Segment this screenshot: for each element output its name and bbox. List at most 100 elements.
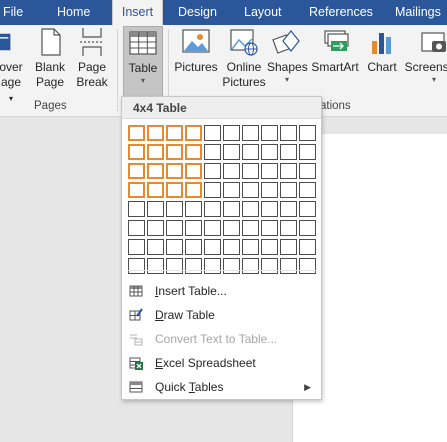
table-grid-cell[interactable]	[128, 239, 145, 255]
insert-table-item[interactable]: Insert Table...	[122, 279, 321, 303]
table-grid-cell-selected[interactable]	[147, 163, 164, 179]
table-grid-cell[interactable]	[299, 125, 316, 141]
table-grid-cell-selected[interactable]	[128, 163, 145, 179]
table-grid-cell[interactable]	[223, 182, 240, 198]
table-grid-cell[interactable]	[223, 125, 240, 141]
table-grid-cell[interactable]	[185, 258, 202, 274]
table-grid-cell[interactable]	[223, 144, 240, 160]
table-grid-cell[interactable]	[242, 258, 259, 274]
table-grid-cell-selected[interactable]	[185, 125, 202, 141]
table-grid-cell[interactable]	[204, 144, 221, 160]
online-pictures-button[interactable]: Online Pictures	[222, 27, 266, 90]
tab-layout[interactable]: Layout	[244, 0, 282, 25]
table-grid-cell[interactable]	[261, 182, 278, 198]
table-grid-cell[interactable]	[242, 163, 259, 179]
table-grid-cell[interactable]	[204, 125, 221, 141]
table-grid-cell[interactable]	[128, 220, 145, 236]
cover-page-button[interactable]: over age ▾	[0, 27, 24, 106]
pictures-button[interactable]: Pictures	[173, 27, 219, 75]
chart-button[interactable]: Chart	[364, 27, 400, 75]
table-grid-cell[interactable]	[261, 144, 278, 160]
table-grid-cell[interactable]	[280, 163, 297, 179]
table-grid-cell[interactable]	[280, 201, 297, 217]
table-grid-cell[interactable]	[185, 239, 202, 255]
quick-tables-item[interactable]: Quick Tables ▶	[122, 375, 321, 399]
table-grid-cell[interactable]	[204, 163, 221, 179]
table-grid-cell[interactable]	[185, 201, 202, 217]
page-break-button[interactable]: Page Break	[74, 27, 110, 90]
table-grid-cell[interactable]	[147, 239, 164, 255]
table-grid-cell-selected[interactable]	[166, 144, 183, 160]
table-grid-cell[interactable]	[185, 220, 202, 236]
table-grid-cell[interactable]	[204, 182, 221, 198]
table-grid-cell[interactable]	[166, 258, 183, 274]
table-grid-cell[interactable]	[261, 125, 278, 141]
table-grid-cell-selected[interactable]	[128, 182, 145, 198]
draw-table-item[interactable]: Draw Table	[122, 303, 321, 327]
table-grid-cell[interactable]	[299, 258, 316, 274]
table-grid-cell[interactable]	[280, 220, 297, 236]
table-grid-cell[interactable]	[204, 201, 221, 217]
table-grid-cell[interactable]	[242, 125, 259, 141]
table-grid-cell-selected[interactable]	[147, 144, 164, 160]
table-grid-cell[interactable]	[299, 144, 316, 160]
table-grid-cell[interactable]	[128, 258, 145, 274]
table-grid-cell-selected[interactable]	[128, 144, 145, 160]
table-grid-cell[interactable]	[242, 201, 259, 217]
table-grid-cell[interactable]	[166, 239, 183, 255]
tab-references[interactable]: References	[309, 0, 373, 25]
screenshot-button[interactable]: Screensh ▾	[404, 27, 447, 84]
table-grid-cell[interactable]	[223, 239, 240, 255]
table-grid-cell[interactable]	[147, 258, 164, 274]
tab-design[interactable]: Design	[178, 0, 217, 25]
table-grid-cell[interactable]	[261, 220, 278, 236]
table-grid-cell[interactable]	[223, 201, 240, 217]
tab-file[interactable]: File	[0, 0, 28, 25]
table-grid-cell[interactable]	[223, 163, 240, 179]
table-grid-cell[interactable]	[242, 144, 259, 160]
table-grid-cell[interactable]	[280, 239, 297, 255]
table-grid-cell-selected[interactable]	[185, 144, 202, 160]
table-grid-cell[interactable]	[280, 125, 297, 141]
table-grid-cell-selected[interactable]	[147, 182, 164, 198]
table-grid-cell-selected[interactable]	[166, 182, 183, 198]
table-grid-cell[interactable]	[261, 201, 278, 217]
table-grid-cell[interactable]	[204, 220, 221, 236]
table-grid-cell-selected[interactable]	[166, 163, 183, 179]
smartart-button[interactable]: SmartArt	[310, 27, 360, 75]
table-grid-cell[interactable]	[280, 144, 297, 160]
table-grid-cell[interactable]	[166, 220, 183, 236]
tab-insert[interactable]: Insert	[112, 0, 163, 25]
table-grid-cell[interactable]	[147, 220, 164, 236]
shapes-button[interactable]: Shapes ▾	[267, 27, 308, 84]
table-grid-cell[interactable]	[261, 258, 278, 274]
table-grid-cell-selected[interactable]	[147, 125, 164, 141]
table-grid-cell-selected[interactable]	[185, 163, 202, 179]
table-grid-cell[interactable]	[204, 258, 221, 274]
tab-mailings[interactable]: Mailings	[395, 0, 441, 25]
table-grid-cell[interactable]	[223, 258, 240, 274]
table-grid-cell[interactable]	[242, 239, 259, 255]
table-button[interactable]: Table ▾	[123, 26, 163, 97]
table-grid-cell[interactable]	[128, 201, 145, 217]
blank-page-button[interactable]: Blank Page	[32, 27, 68, 90]
table-grid-cell[interactable]	[299, 182, 316, 198]
table-grid-cell[interactable]	[299, 163, 316, 179]
table-grid-cell[interactable]	[242, 182, 259, 198]
table-grid-cell[interactable]	[299, 201, 316, 217]
table-grid-cell[interactable]	[261, 163, 278, 179]
tab-home[interactable]: Home	[57, 0, 90, 25]
table-grid-cell[interactable]	[204, 239, 221, 255]
table-grid-cell[interactable]	[223, 220, 240, 236]
table-grid-cell[interactable]	[242, 220, 259, 236]
table-grid-cell[interactable]	[261, 239, 278, 255]
table-grid-cell-selected[interactable]	[185, 182, 202, 198]
table-grid-cell[interactable]	[299, 239, 316, 255]
table-grid-cell[interactable]	[166, 201, 183, 217]
excel-spreadsheet-item[interactable]: Excel Spreadsheet	[122, 351, 321, 375]
table-grid-cell[interactable]	[280, 258, 297, 274]
table-grid-cell-selected[interactable]	[128, 125, 145, 141]
table-grid-cell[interactable]	[280, 182, 297, 198]
table-grid-cell[interactable]	[299, 220, 316, 236]
table-grid-cell[interactable]	[147, 201, 164, 217]
